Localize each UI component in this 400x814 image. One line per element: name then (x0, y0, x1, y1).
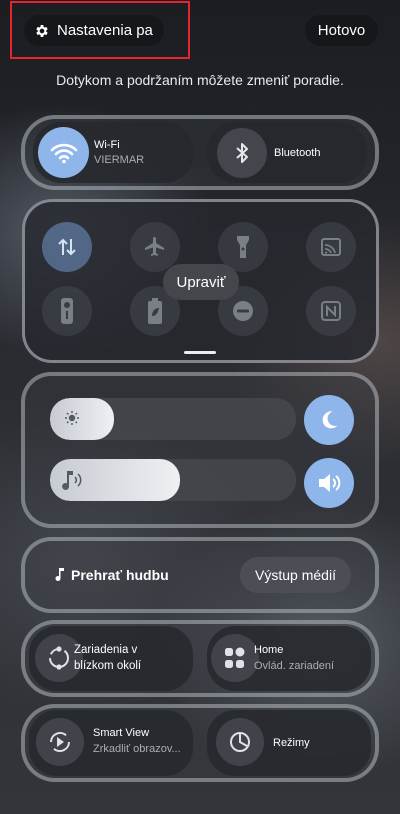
music-note-icon (58, 469, 88, 496)
speaker-icon[interactable] (304, 458, 354, 508)
brightness-fill (50, 398, 114, 440)
data-transfer-icon[interactable] (42, 222, 92, 272)
bluetooth-title: Bluetooth (274, 147, 321, 159)
remote-icon[interactable] (42, 286, 92, 336)
media-output-button[interactable]: Výstup médií (240, 557, 351, 593)
smart-view-title: Smart View (93, 727, 150, 739)
modes-title: Režimy (273, 737, 310, 749)
done-button[interactable]: Hotovo (305, 15, 378, 46)
nearby-devices-icon (35, 634, 83, 682)
brightness-slider[interactable] (50, 398, 296, 440)
home-grid-icon (211, 634, 259, 682)
nfc-icon[interactable] (306, 286, 356, 336)
bluetooth-icon[interactable] (217, 128, 267, 178)
wifi-title: Wi-Fi (94, 139, 120, 151)
nearby-devices-tile[interactable]: Zariadenia v blízkom okolí (29, 626, 193, 691)
smart-view-tile[interactable]: Smart View Zrkadliť obrazov... (29, 710, 193, 776)
cast-icon[interactable] (306, 222, 356, 272)
music-icon (54, 567, 66, 586)
home-title: Home (254, 644, 284, 656)
highlight-box (10, 1, 190, 59)
modes-tile[interactable]: Režimy (207, 710, 371, 776)
wifi-tile[interactable]: Wi-Fi VIERMAR (33, 122, 193, 183)
nearby-devices-line2: blízkom okolí (74, 660, 142, 672)
home-tile[interactable]: Home Ovlád. zariadení (207, 626, 371, 691)
edit-button[interactable]: Upraviť (163, 264, 239, 300)
play-music-label[interactable]: Prehrať hudbu (71, 567, 169, 583)
bluetooth-tile[interactable]: Bluetooth (207, 122, 367, 183)
sun-icon (64, 410, 80, 431)
reorder-hint: Dotykom a podržaním môžete zmeniť poradi… (56, 72, 344, 88)
wifi-icon[interactable] (38, 127, 89, 178)
nearby-devices-line1: Zariadenia v (74, 644, 138, 656)
smart-view-icon (36, 718, 84, 766)
drag-handle[interactable] (184, 351, 216, 354)
smart-view-subtitle: Zrkadliť obrazov... (93, 743, 181, 755)
home-subtitle: Ovlád. zariadení (254, 660, 335, 672)
modes-icon (216, 718, 264, 766)
airplane-icon[interactable] (130, 222, 180, 272)
wifi-network-name: VIERMAR (94, 154, 145, 166)
moon-icon[interactable] (304, 395, 354, 445)
